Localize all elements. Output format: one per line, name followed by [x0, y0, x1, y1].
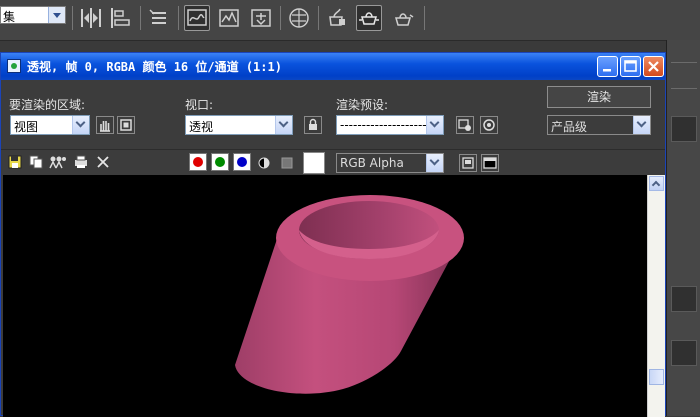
toolbar-separator [140, 6, 141, 30]
alpha-channel-icon[interactable] [257, 156, 271, 173]
panel-button[interactable] [671, 340, 697, 366]
viewport-value: 透视 [189, 120, 214, 134]
auto-region-icon[interactable] [117, 116, 135, 134]
minimize-button[interactable] [597, 56, 618, 77]
toolbar-separator [72, 6, 73, 30]
render-setup-icon[interactable] [286, 5, 312, 31]
toolbar-separator [280, 6, 281, 30]
viewport-dropdown[interactable]: 透视 [185, 115, 293, 135]
clear-icon[interactable] [95, 154, 111, 173]
maximize-button[interactable] [620, 56, 641, 77]
vertical-scrollbar[interactable] [647, 175, 665, 417]
panel-button[interactable] [671, 286, 697, 312]
window-title: 透视, 帧 0, RGBA 颜色 16 位/通道 (1:1) [27, 60, 282, 74]
render-setup-icon[interactable] [456, 116, 474, 134]
clone-window-icon[interactable] [49, 154, 67, 173]
main-toolbar: 集 [0, 0, 700, 41]
toggle-ui-overlay-icon[interactable] [459, 154, 477, 172]
curve-editor-icon[interactable] [184, 5, 210, 31]
window-titlebar[interactable]: 透视, 帧 0, RGBA 颜色 16 位/通道 (1:1) [1, 53, 665, 80]
area-to-render-label: 要渲染的区域: [9, 98, 86, 112]
render-controls: 要渲染的区域: 视图 视口: 透视 渲染预设: ----------------… [1, 80, 665, 143]
panel-button[interactable] [671, 116, 697, 142]
scrollbar-thumb[interactable] [649, 369, 664, 385]
blue-channel-icon [237, 157, 247, 167]
chevron-down-icon[interactable] [48, 7, 65, 23]
named-selection-dropdown[interactable]: 集 [0, 6, 66, 24]
render-preset-value: -------------------- [340, 118, 427, 132]
scroll-up-icon[interactable] [649, 176, 664, 191]
viewport-label: 视口: [185, 98, 214, 112]
chevron-down-icon[interactable] [72, 116, 89, 134]
material-editor-icon[interactable] [248, 5, 274, 31]
render-preset-dropdown[interactable]: -------------------- [336, 115, 444, 135]
chevron-down-icon[interactable] [426, 154, 443, 172]
lock-icon[interactable] [304, 116, 322, 134]
named-selection-value: 集 [3, 10, 16, 24]
environment-icon[interactable] [480, 116, 498, 134]
chevron-down-icon[interactable] [633, 116, 650, 134]
schematic-view-icon[interactable] [216, 5, 242, 31]
area-to-render-value: 视图 [14, 120, 39, 134]
print-icon[interactable] [73, 154, 89, 173]
red-channel-icon [193, 157, 203, 167]
frame-buffer-toolbar: RGB Alpha [1, 149, 665, 176]
monochrome-icon[interactable] [280, 156, 294, 173]
toolbar-separator [318, 6, 319, 30]
align-icon[interactable] [108, 5, 134, 31]
copy-icon[interactable] [28, 154, 44, 173]
render-production-icon[interactable] [356, 5, 382, 31]
chevron-down-icon[interactable] [426, 116, 443, 134]
hand-icon[interactable] [96, 116, 114, 134]
render-preset-label: 渲染预设: [336, 98, 389, 112]
toolbar-separator [178, 6, 179, 30]
render-iterative-icon[interactable] [390, 5, 416, 31]
save-icon[interactable] [7, 154, 23, 173]
chevron-down-icon[interactable] [275, 116, 292, 134]
mirror-icon[interactable] [78, 5, 104, 31]
red-channel-toggle[interactable] [189, 153, 207, 171]
toolbar-separator [424, 6, 425, 30]
layer-manager-icon[interactable] [146, 5, 172, 31]
area-to-render-dropdown[interactable]: 视图 [10, 115, 90, 135]
channel-display-value: RGB Alpha [340, 156, 404, 170]
rendered-frame-window-icon[interactable] [324, 5, 350, 31]
channel-display-dropdown[interactable]: RGB Alpha [336, 153, 444, 173]
panel-divider [671, 62, 697, 63]
app-icon [7, 59, 21, 73]
clear-color-swatch[interactable] [303, 152, 325, 174]
close-button[interactable] [643, 56, 664, 77]
render-button[interactable]: 渲染 [547, 86, 651, 108]
rendered-frame-window: 透视, 帧 0, RGBA 颜色 16 位/通道 (1:1) 要渲染的区域: 视… [0, 52, 666, 417]
command-panel-strip [666, 40, 700, 416]
toggle-ui-icon[interactable] [481, 154, 499, 172]
render-mode-dropdown[interactable]: 产品级 [547, 115, 651, 135]
green-channel-icon [215, 157, 225, 167]
blue-channel-toggle[interactable] [233, 153, 251, 171]
panel-divider [671, 88, 697, 89]
rendered-tube-object [235, 195, 464, 394]
render-viewport[interactable] [3, 175, 647, 417]
green-channel-toggle[interactable] [211, 153, 229, 171]
render-mode-value: 产品级 [551, 120, 588, 134]
